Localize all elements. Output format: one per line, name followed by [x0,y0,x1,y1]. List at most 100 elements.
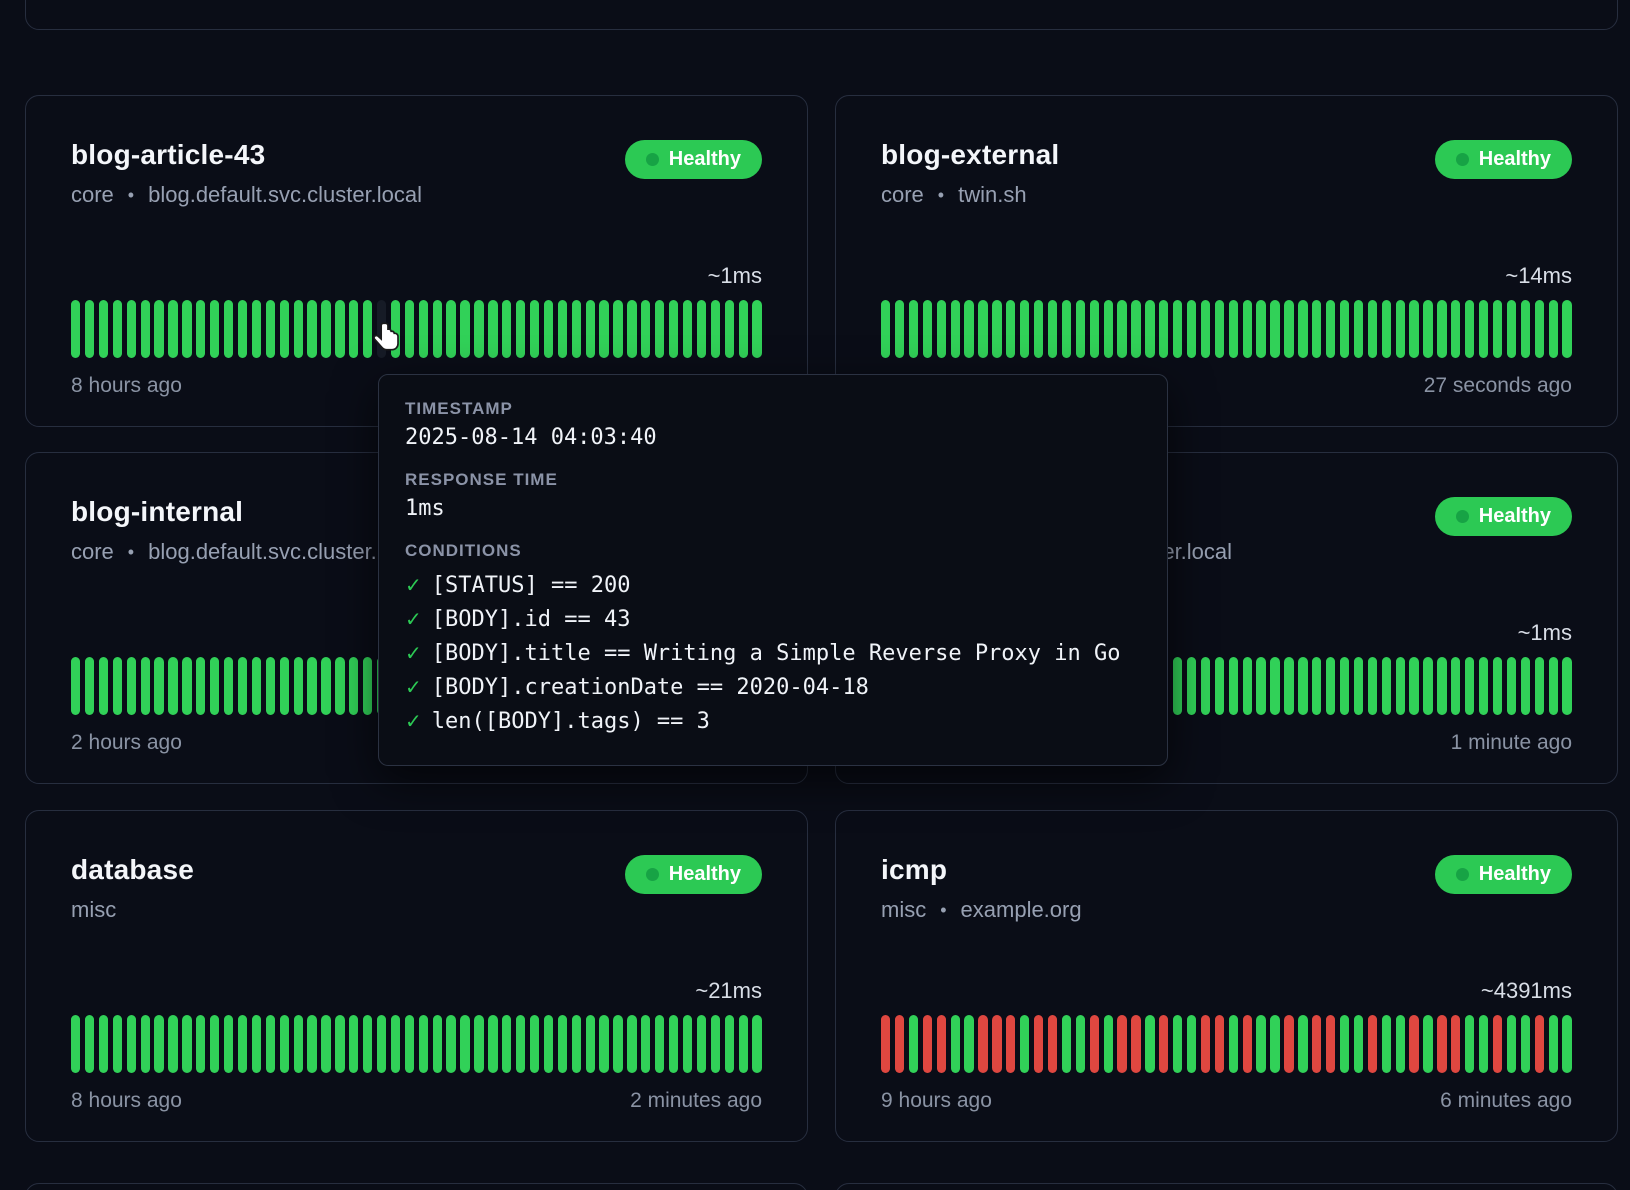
uptime-bar[interactable] [1521,657,1530,715]
uptime-bar[interactable] [1437,657,1446,715]
uptime-bar[interactable] [655,1015,664,1073]
uptime-bar[interactable] [1048,300,1057,358]
uptime-bar[interactable] [1479,1015,1488,1073]
uptime-bar[interactable] [1131,1015,1140,1073]
uptime-bar[interactable] [1034,300,1043,358]
uptime-bar[interactable] [992,300,1001,358]
uptime-bar[interactable] [1215,300,1224,358]
uptime-bar[interactable] [909,300,918,358]
uptime-bar[interactable] [1256,1015,1265,1073]
uptime-bar[interactable] [627,1015,636,1073]
uptime-bar[interactable] [641,300,650,358]
uptime-bar[interactable] [488,300,497,358]
uptime-bars[interactable] [881,1015,1572,1073]
uptime-bar[interactable] [1104,1015,1113,1073]
uptime-bar[interactable] [154,300,163,358]
uptime-bar[interactable] [1159,300,1168,358]
uptime-bar[interactable] [1382,300,1391,358]
uptime-bar[interactable] [210,1015,219,1073]
uptime-bar[interactable] [182,1015,191,1073]
uptime-bar[interactable] [1187,657,1196,715]
uptime-bar[interactable] [1562,1015,1571,1073]
uptime-bar[interactable] [586,1015,595,1073]
uptime-bar[interactable] [923,1015,932,1073]
uptime-bar[interactable] [1493,1015,1502,1073]
uptime-bar[interactable] [141,300,150,358]
uptime-bar[interactable] [377,1015,386,1073]
uptime-bar[interactable] [474,1015,483,1073]
uptime-bar[interactable] [1465,657,1474,715]
uptime-bar[interactable] [446,300,455,358]
uptime-bar[interactable] [1368,1015,1377,1073]
uptime-bar[interactable] [1145,300,1154,358]
uptime-bar[interactable] [1549,657,1558,715]
uptime-bar[interactable] [1076,300,1085,358]
uptime-bar[interactable] [85,1015,94,1073]
uptime-bar[interactable] [1382,657,1391,715]
uptime-bar[interactable] [1437,300,1446,358]
uptime-bar[interactable] [1465,300,1474,358]
uptime-bar[interactable] [266,657,275,715]
uptime-bar[interactable] [99,300,108,358]
uptime-bar[interactable] [1562,300,1571,358]
uptime-bar[interactable] [349,657,358,715]
uptime-bar[interactable] [238,1015,247,1073]
uptime-bar[interactable] [1020,300,1029,358]
uptime-bar[interactable] [752,1015,761,1073]
uptime-bar[interactable] [335,300,344,358]
uptime-bar[interactable] [1409,300,1418,358]
uptime-bar[interactable] [1229,657,1238,715]
uptime-bar[interactable] [85,657,94,715]
uptime-bar[interactable] [1284,300,1293,358]
uptime-bar[interactable] [460,1015,469,1073]
uptime-bar[interactable] [1062,1015,1071,1073]
uptime-bar[interactable] [1451,657,1460,715]
uptime-bar[interactable] [182,657,191,715]
uptime-bar[interactable] [280,1015,289,1073]
uptime-bar[interactable] [951,300,960,358]
uptime-bar[interactable] [1493,657,1502,715]
uptime-bar[interactable] [613,1015,622,1073]
uptime-bar[interactable] [725,300,734,358]
uptime-bar[interactable] [168,1015,177,1073]
uptime-bar[interactable] [909,1015,918,1073]
uptime-bar[interactable] [1507,657,1516,715]
uptime-bar[interactable] [280,300,289,358]
uptime-bar[interactable] [1326,1015,1335,1073]
uptime-bar[interactable] [1298,300,1307,358]
uptime-bar[interactable] [669,300,678,358]
uptime-bar[interactable] [516,300,525,358]
uptime-bar[interactable] [1020,1015,1029,1073]
uptime-bar[interactable] [1187,1015,1196,1073]
uptime-bar[interactable] [1090,300,1099,358]
uptime-bar[interactable] [1354,657,1363,715]
uptime-bar[interactable] [127,300,136,358]
uptime-bar[interactable] [1229,300,1238,358]
uptime-bar[interactable] [419,1015,428,1073]
uptime-bar[interactable] [1326,657,1335,715]
uptime-bar[interactable] [1048,1015,1057,1073]
uptime-bar[interactable] [599,300,608,358]
uptime-bar[interactable] [1340,300,1349,358]
uptime-bar[interactable] [923,300,932,358]
uptime-bar[interactable] [1535,657,1544,715]
uptime-bar[interactable] [433,300,442,358]
uptime-bar[interactable] [1284,657,1293,715]
uptime-bar[interactable] [530,1015,539,1073]
uptime-bar[interactable] [419,300,428,358]
uptime-bar[interactable] [154,657,163,715]
uptime-bar[interactable] [113,300,122,358]
uptime-bar[interactable] [655,300,664,358]
uptime-bar[interactable] [474,300,483,358]
uptime-bar[interactable] [294,300,303,358]
uptime-bar[interactable] [210,657,219,715]
uptime-bar[interactable] [1215,1015,1224,1073]
uptime-bar[interactable] [1034,1015,1043,1073]
uptime-bar[interactable] [1312,300,1321,358]
uptime-bar[interactable] [1215,657,1224,715]
uptime-bar[interactable] [752,300,761,358]
uptime-bar[interactable] [1354,1015,1363,1073]
uptime-bar[interactable] [321,1015,330,1073]
uptime-bar[interactable] [99,1015,108,1073]
uptime-bar[interactable] [1382,1015,1391,1073]
